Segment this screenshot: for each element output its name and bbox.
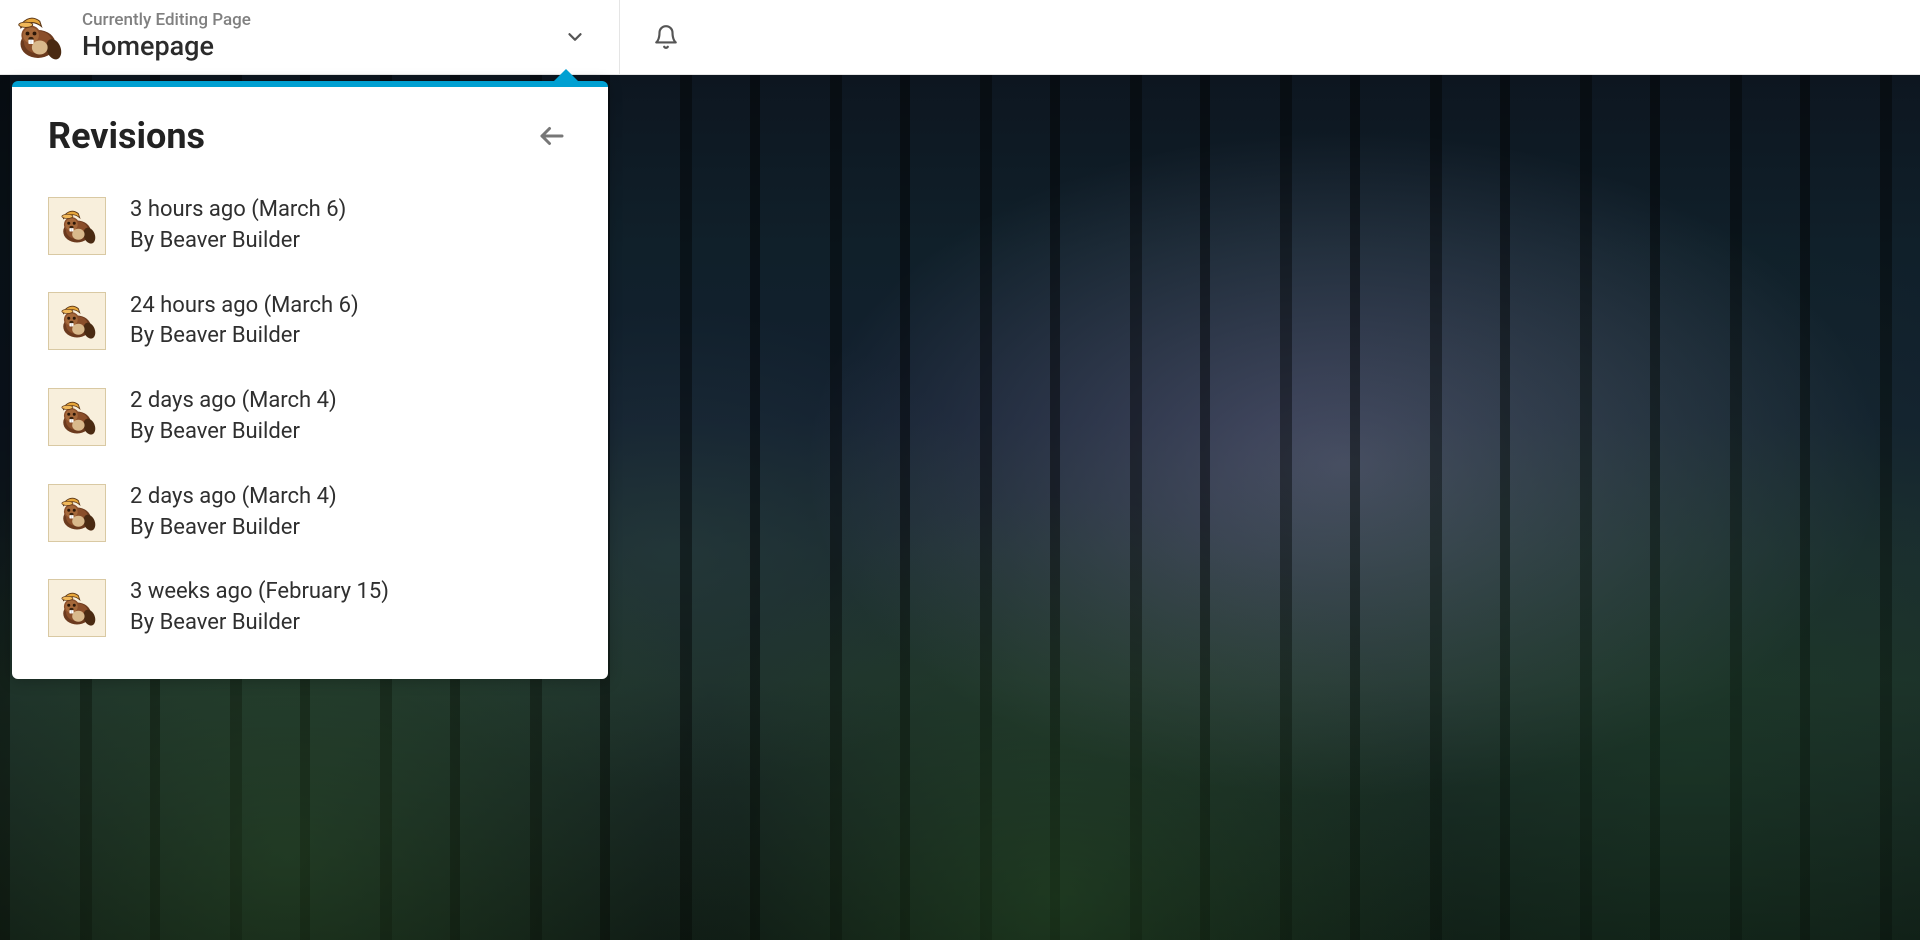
topbar-right bbox=[620, 0, 684, 74]
revision-author: By Beaver Builder bbox=[130, 321, 359, 352]
revision-time: 24 hours ago (March 6) bbox=[130, 291, 359, 322]
avatar-icon bbox=[48, 292, 106, 350]
avatar-icon bbox=[48, 388, 106, 446]
editing-label: Currently Editing Page bbox=[82, 10, 555, 30]
revision-time: 3 hours ago (March 6) bbox=[130, 195, 346, 226]
revision-author: By Beaver Builder bbox=[130, 513, 337, 544]
revisions-list: 3 hours ago (March 6) By Beaver Builder … bbox=[48, 195, 572, 639]
panel-header: Revisions bbox=[48, 115, 572, 157]
revision-text: 3 weeks ago (February 15) By Beaver Buil… bbox=[130, 577, 389, 639]
revision-author: By Beaver Builder bbox=[130, 226, 346, 257]
notifications-bell-icon[interactable] bbox=[648, 19, 684, 55]
page-selector[interactable]: Currently Editing Page Homepage bbox=[0, 0, 620, 74]
revision-text: 3 hours ago (March 6) By Beaver Builder bbox=[130, 195, 346, 257]
panel-title: Revisions bbox=[48, 115, 205, 157]
revision-item[interactable]: 3 weeks ago (February 15) By Beaver Buil… bbox=[48, 577, 572, 639]
revision-item[interactable]: 2 days ago (March 4) By Beaver Builder bbox=[48, 482, 572, 544]
revision-author: By Beaver Builder bbox=[130, 608, 389, 639]
back-arrow-icon[interactable] bbox=[532, 116, 572, 156]
page-title: Homepage bbox=[82, 30, 555, 64]
revision-text: 2 days ago (March 4) By Beaver Builder bbox=[130, 482, 337, 544]
revision-item[interactable]: 2 days ago (March 4) By Beaver Builder bbox=[48, 386, 572, 448]
revision-text: 24 hours ago (March 6) By Beaver Builder bbox=[130, 291, 359, 353]
topbar: Currently Editing Page Homepage bbox=[0, 0, 1920, 75]
revision-time: 3 weeks ago (February 15) bbox=[130, 577, 389, 608]
dropdown-pointer bbox=[552, 69, 580, 83]
chevron-down-icon[interactable] bbox=[555, 17, 595, 57]
revisions-dropdown: Revisions 3 hours ago (March 6) By Beave… bbox=[12, 81, 608, 679]
avatar-icon bbox=[48, 197, 106, 255]
revision-item[interactable]: 24 hours ago (March 6) By Beaver Builder bbox=[48, 291, 572, 353]
revision-item[interactable]: 3 hours ago (March 6) By Beaver Builder bbox=[48, 195, 572, 257]
revision-text: 2 days ago (March 4) By Beaver Builder bbox=[130, 386, 337, 448]
revision-time: 2 days ago (March 4) bbox=[130, 386, 337, 417]
revision-time: 2 days ago (March 4) bbox=[130, 482, 337, 513]
page-meta: Currently Editing Page Homepage bbox=[82, 10, 555, 64]
revisions-panel: Revisions 3 hours ago (March 6) By Beave… bbox=[12, 81, 608, 679]
avatar-icon bbox=[48, 579, 106, 637]
beaver-logo-icon bbox=[8, 7, 68, 67]
revision-author: By Beaver Builder bbox=[130, 417, 337, 448]
avatar-icon bbox=[48, 484, 106, 542]
